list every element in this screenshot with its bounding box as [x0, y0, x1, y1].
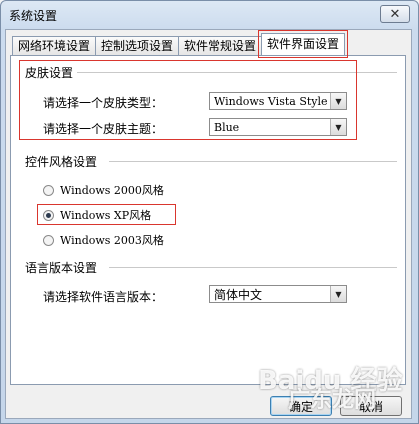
close-icon: ✕ — [389, 6, 401, 22]
control-style-divider — [109, 161, 397, 162]
radio-windows-xp[interactable]: Windows XP风格 — [43, 207, 151, 223]
tab-interface[interactable]: 软件界面设置 — [258, 30, 349, 58]
language-label: 请选择软件语言版本： — [43, 290, 164, 304]
language-select[interactable]: 简体中文 ▼ — [209, 285, 347, 303]
skin-type-value: Windows Vista Style — [214, 94, 328, 108]
tab-strip: 网络环境设置 控制选项设置 软件常规设置 软件界面设置 — [12, 30, 349, 58]
control-style-group-label: 控件风格设置 — [25, 153, 102, 170]
radio-windows-2003[interactable]: Windows 2003风格 — [43, 232, 164, 248]
tab-general[interactable]: 软件常规设置 — [178, 36, 263, 56]
radio-label: Windows 2003风格 — [60, 234, 164, 247]
dialog-window: 系统设置 ✕ 网络环境设置 控制选项设置 软件常规设置 软件界面设置 皮肤设置 … — [0, 0, 419, 424]
chevron-down-icon[interactable]: ▼ — [330, 93, 346, 109]
radio-windows-2000[interactable]: Windows 2000风格 — [43, 182, 164, 198]
title-bar[interactable]: 系统设置 ✕ — [1, 1, 418, 29]
close-button[interactable]: ✕ — [380, 5, 410, 23]
radio-button[interactable] — [43, 184, 54, 196]
language-value: 简体中文 — [214, 287, 263, 302]
skin-group-label: 皮肤设置 — [25, 64, 78, 81]
language-group-label: 语言版本设置 — [25, 259, 102, 276]
radio-label: Windows XP风格 — [60, 209, 152, 222]
ok-button[interactable]: 确定 — [270, 396, 332, 416]
skin-group-divider — [61, 72, 397, 73]
chevron-down-icon[interactable]: ▼ — [330, 119, 346, 135]
radio-button[interactable] — [43, 234, 54, 246]
language-group-divider — [109, 267, 397, 268]
cancel-button[interactable]: 取消 — [340, 396, 402, 416]
skin-type-label: 请选择一个皮肤类型： — [43, 96, 164, 110]
tab-panel-interface: 皮肤设置 请选择一个皮肤类型： Windows Vista Style ▼ 请选… — [10, 55, 406, 385]
skin-theme-label: 请选择一个皮肤主题： — [43, 122, 164, 136]
radio-label: Windows 2000风格 — [60, 184, 164, 197]
tab-network[interactable]: 网络环境设置 — [12, 36, 97, 56]
dialog-client-area: 网络环境设置 控制选项设置 软件常规设置 软件界面设置 皮肤设置 请选择一个皮肤… — [5, 29, 412, 419]
skin-type-select[interactable]: Windows Vista Style ▼ — [209, 92, 347, 110]
tab-control-options[interactable]: 控制选项设置 — [95, 36, 180, 56]
skin-theme-value: Blue — [214, 120, 240, 134]
skin-theme-select[interactable]: Blue ▼ — [209, 118, 347, 136]
chevron-down-icon[interactable]: ▼ — [330, 286, 346, 302]
window-title: 系统设置 — [9, 9, 58, 23]
radio-button-checked[interactable] — [43, 209, 54, 221]
